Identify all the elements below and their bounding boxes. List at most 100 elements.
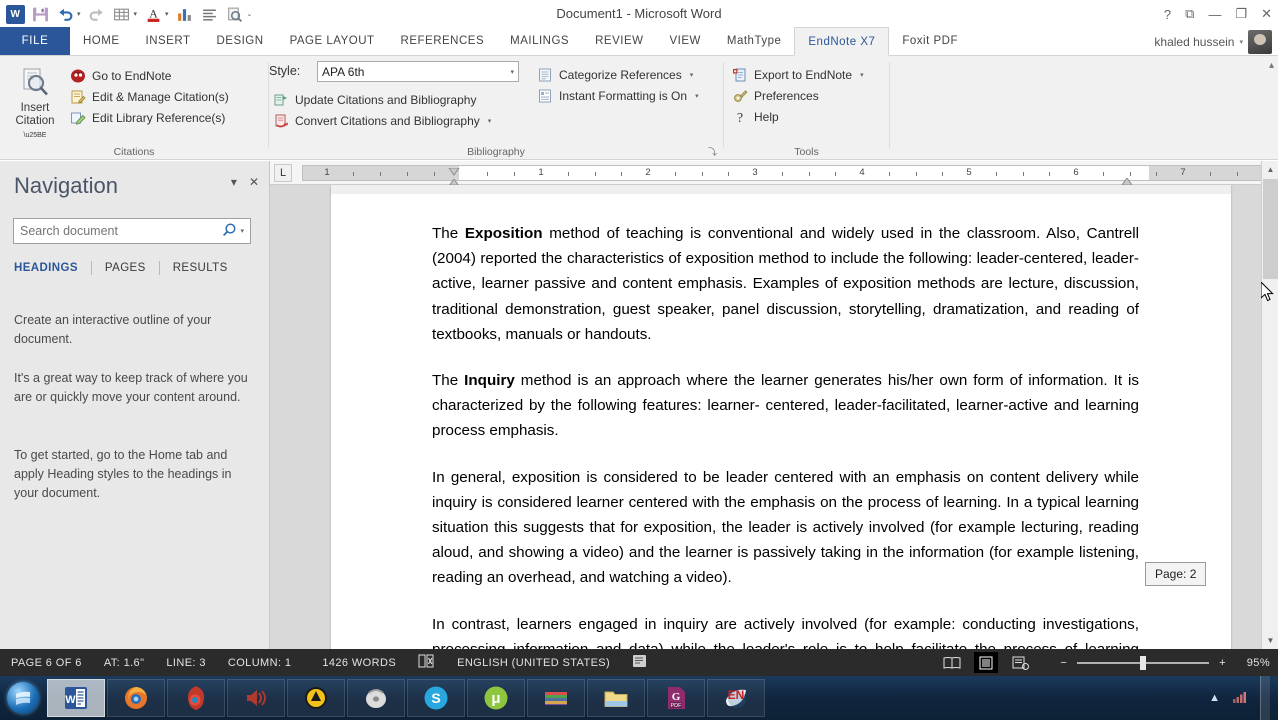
edit-manage-citations-button[interactable]: Edit & Manage Citation(s)	[70, 86, 229, 107]
restore-button[interactable]: ❐	[1235, 6, 1247, 22]
tab-review[interactable]: REVIEW	[582, 27, 656, 55]
ribbon-display-options-button[interactable]: ⧉	[1185, 6, 1194, 22]
taskbar-endnote[interactable]: EN	[707, 679, 765, 717]
zoom-in-button[interactable]: +	[1219, 657, 1226, 669]
document-scroll-area[interactable]: The Exposition method of teaching is con…	[270, 185, 1261, 649]
export-to-endnote-caret[interactable]: ▾	[860, 71, 864, 79]
close-button[interactable]: ✕	[1261, 6, 1272, 22]
navtab-results[interactable]: RESULTS	[160, 262, 241, 274]
export-to-endnote-button[interactable]: Export to EndNote ▾	[732, 64, 864, 85]
undo-dropdown-caret[interactable]: ▾	[77, 10, 81, 18]
ruler-track[interactable]: 1 1 2 3 4 5 6 7	[302, 165, 1262, 181]
show-desktop-button[interactable]	[1260, 676, 1270, 720]
search-options-caret[interactable]: ▾	[240, 227, 244, 235]
tab-view[interactable]: VIEW	[656, 27, 713, 55]
chevron-down-icon[interactable]: ▾	[510, 68, 514, 76]
insert-citation-button[interactable]: Insert Citation \u25BE	[6, 62, 64, 146]
tray-network-icon[interactable]	[1232, 690, 1248, 707]
user-account[interactable]: khaled hussein ▾	[1154, 30, 1272, 54]
taskbar-word[interactable]: W	[47, 679, 105, 717]
navtab-pages[interactable]: PAGES	[92, 262, 159, 274]
print-preview-icon[interactable]	[224, 3, 246, 25]
read-mode-button[interactable]	[940, 652, 964, 673]
search-icon[interactable]	[222, 222, 237, 240]
scroll-up-arrow-icon[interactable]: ▲	[1262, 161, 1278, 178]
instant-formatting-button[interactable]: Instant Formatting is On ▾	[537, 85, 699, 106]
navigation-pane-menu-icon[interactable]: ▾	[231, 175, 237, 189]
status-words[interactable]: 1426 WORDS	[302, 657, 407, 669]
font-color-dropdown-caret[interactable]: ▾	[165, 10, 169, 18]
customize-qat-icon[interactable]: ⌄	[247, 10, 253, 18]
table-dropdown-caret[interactable]: ▾	[134, 10, 138, 18]
minimize-button[interactable]: —	[1208, 7, 1221, 22]
document-body[interactable]: The Exposition method of teaching is con…	[432, 221, 1139, 649]
tray-show-hidden-icon[interactable]: ▲	[1209, 692, 1220, 704]
taskbar-utorrent[interactable]: μ	[467, 679, 525, 717]
taskbar-foxit-pdf[interactable]: G PDF	[647, 679, 705, 717]
preferences-button[interactable]: Preferences	[732, 85, 864, 106]
search-box[interactable]: ▾	[13, 218, 251, 244]
macro-record-icon[interactable]	[621, 654, 658, 671]
tab-page-layout[interactable]: PAGE LAYOUT	[277, 27, 388, 55]
navtab-headings[interactable]: HEADINGS	[14, 262, 91, 274]
tab-file[interactable]: FILE	[0, 27, 70, 55]
user-dropdown-caret[interactable]: ▾	[1239, 38, 1243, 46]
categorize-references-button[interactable]: Categorize References ▾	[537, 64, 699, 85]
status-line[interactable]: LINE: 3	[155, 657, 217, 669]
taskbar-skype[interactable]: S	[407, 679, 465, 717]
bibliography-dialog-launcher[interactable]: ⤵	[708, 145, 717, 158]
convert-bibliography-caret[interactable]: ▾	[488, 117, 492, 125]
taskbar-cd-tool[interactable]	[347, 679, 405, 717]
tab-foxit-pdf[interactable]: Foxit PDF	[889, 27, 971, 55]
redo-icon[interactable]	[86, 3, 108, 25]
go-to-endnote-button[interactable]: Go to EndNote	[70, 65, 229, 86]
chart-icon[interactable]	[174, 3, 196, 25]
spelling-check-icon[interactable]	[407, 654, 446, 671]
convert-bibliography-button[interactable]: Convert Citations and Bibliography ▾	[273, 110, 491, 131]
tab-references[interactable]: REFERENCES	[388, 27, 498, 55]
update-bibliography-button[interactable]: Update Citations and Bibliography	[273, 89, 491, 110]
tab-design[interactable]: DESIGN	[203, 27, 276, 55]
undo-icon[interactable]	[54, 3, 76, 25]
zoom-slider-thumb[interactable]	[1140, 655, 1147, 670]
taskbar-winrar[interactable]	[527, 679, 585, 717]
taskbar-amule[interactable]	[287, 679, 345, 717]
taskbar-firefox[interactable]	[107, 679, 165, 717]
edit-library-reference-button[interactable]: Edit Library Reference(s)	[70, 107, 229, 128]
zoom-out-button[interactable]: −	[1060, 657, 1067, 669]
tab-mailings[interactable]: MAILINGS	[497, 27, 582, 55]
tab-mathtype[interactable]: MathType	[714, 27, 795, 55]
taskbar-explorer[interactable]	[587, 679, 645, 717]
taskbar-maxthon[interactable]	[167, 679, 225, 717]
table-icon[interactable]	[111, 3, 133, 25]
navigation-pane-close-icon[interactable]: ✕	[249, 175, 259, 189]
start-button[interactable]	[0, 678, 46, 718]
scroll-down-arrow-icon[interactable]: ▼	[1262, 632, 1278, 649]
style-combobox[interactable]: APA 6th ▾	[317, 61, 519, 82]
scrollbar-thumb[interactable]	[1263, 179, 1278, 279]
status-at[interactable]: AT: 1.6"	[93, 657, 156, 669]
document-page[interactable]: The Exposition method of teaching is con…	[331, 185, 1231, 649]
zoom-slider[interactable]	[1077, 655, 1210, 671]
tab-stop-selector[interactable]: L	[274, 164, 292, 182]
font-color-icon[interactable]: A	[142, 3, 164, 25]
tab-home[interactable]: HOME	[70, 27, 133, 55]
status-language[interactable]: ENGLISH (UNITED STATES)	[446, 657, 621, 669]
vertical-scrollbar[interactable]: ▲ ▼	[1261, 161, 1278, 649]
zoom-level-label[interactable]: 95%	[1236, 657, 1270, 669]
web-layout-button[interactable]	[1008, 652, 1032, 673]
status-column[interactable]: COLUMN: 1	[217, 657, 303, 669]
print-layout-button[interactable]	[974, 652, 999, 673]
save-icon[interactable]	[29, 3, 51, 25]
status-page[interactable]: PAGE 6 OF 6	[0, 657, 93, 669]
align-icon[interactable]	[199, 3, 221, 25]
taskbar-volume-app[interactable]	[227, 679, 285, 717]
tab-insert[interactable]: INSERT	[133, 27, 204, 55]
search-input[interactable]	[20, 224, 223, 238]
help-menu-button[interactable]: ? Help	[732, 106, 864, 127]
categorize-references-caret[interactable]: ▾	[690, 71, 694, 79]
help-button[interactable]: ?	[1164, 7, 1171, 22]
avatar[interactable]	[1248, 30, 1272, 54]
instant-formatting-caret[interactable]: ▾	[695, 92, 699, 100]
tab-endnote-x7[interactable]: EndNote X7	[794, 27, 890, 56]
